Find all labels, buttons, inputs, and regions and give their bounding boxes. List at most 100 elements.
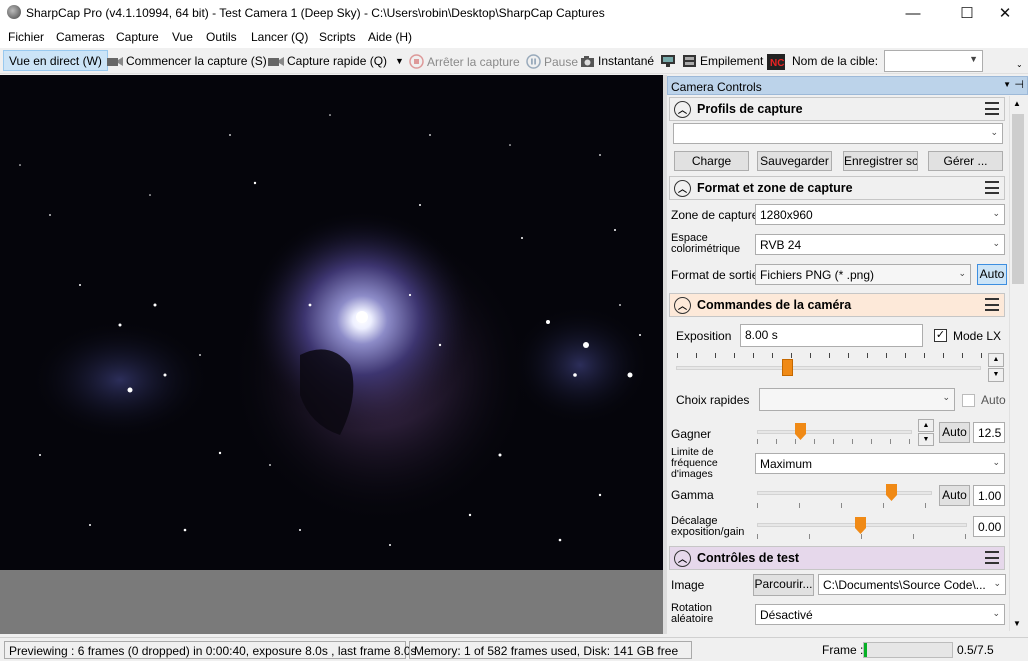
output-format-combo[interactable]: Fichiers PNG (* .png) ⌄ xyxy=(755,264,971,285)
image-path-combo[interactable]: C:\Documents\Source Code\... ⌄ xyxy=(818,574,1006,595)
gamma-slider-track[interactable] xyxy=(757,491,932,495)
panel-dropdown-icon[interactable]: ▼ xyxy=(1003,80,1011,89)
pin-icon[interactable]: ⊣ xyxy=(1014,78,1024,91)
gain-label: Gagner xyxy=(671,427,712,441)
monitor-button[interactable] xyxy=(660,54,679,68)
stop-icon xyxy=(409,54,424,69)
profile-combo[interactable]: ⌄ xyxy=(673,123,1003,144)
gain-value[interactable]: 12.5 xyxy=(973,422,1005,443)
exposure-input[interactable]: 8.00 s xyxy=(740,324,923,347)
live-view-button[interactable]: Vue en direct (W) xyxy=(3,50,108,71)
quick-choice-combo[interactable]: ⌄ xyxy=(759,388,955,411)
gain-down-button[interactable]: ▼ xyxy=(918,433,934,446)
pause-button[interactable]: Pause xyxy=(526,54,578,69)
offset-value[interactable]: 0.00 xyxy=(973,516,1005,537)
exposure-slider-track[interactable] xyxy=(676,366,981,370)
exposure-slider-thumb[interactable] xyxy=(782,359,793,376)
menu-icon[interactable] xyxy=(985,181,999,194)
exposure-up-button[interactable]: ▲ xyxy=(988,353,1004,367)
chevron-down-icon: ▼ xyxy=(969,54,978,64)
offset-slider-thumb[interactable] xyxy=(855,517,866,534)
frame-rate-limit-combo[interactable]: Maximum ⌄ xyxy=(755,453,1005,474)
target-name-combo[interactable]: ▼ xyxy=(884,50,983,72)
toolbar-overflow-icon[interactable]: ⌄ xyxy=(1016,60,1023,69)
gain-slider-thumb[interactable] xyxy=(795,423,806,440)
start-capture-button[interactable]: Commencer la capture (S) xyxy=(107,54,267,68)
quick-capture-button[interactable]: Capture rapide (Q) ▼ xyxy=(268,54,404,68)
frame-value: 0.5/7.5 xyxy=(957,643,994,657)
svg-text:NC: NC xyxy=(770,58,784,69)
gain-auto-button[interactable]: Auto xyxy=(939,422,970,443)
gamma-auto-button[interactable]: Auto xyxy=(939,485,970,506)
capture-area-combo[interactable]: 1280x960 ⌄ xyxy=(755,204,1005,225)
chevron-down-icon: ⌄ xyxy=(992,608,1000,618)
section-camera-header[interactable]: ︿ Commandes de la caméra xyxy=(669,293,1005,317)
color-space-combo[interactable]: RVB 24 ⌄ xyxy=(755,234,1005,255)
menu-lancer[interactable]: Lancer (Q) xyxy=(251,30,308,44)
exposure-down-button[interactable]: ▼ xyxy=(988,368,1004,382)
frame-progress-fill xyxy=(864,643,867,657)
gain-ticks xyxy=(757,439,912,444)
panel-title-bar: Camera Controls ▼ ⊣ xyxy=(667,76,1028,95)
section-profiles-header[interactable]: ︿ Profils de capture xyxy=(669,97,1005,121)
memory-status: Memory: 1 of 582 frames used, Disk: 141 … xyxy=(409,641,692,659)
section-format-header[interactable]: ︿ Format et zone de capture xyxy=(669,176,1005,200)
chevron-down-icon: ⌄ xyxy=(992,208,1000,218)
pause-icon xyxy=(526,54,541,69)
load-profile-button[interactable]: Charge xyxy=(674,151,749,171)
manage-profiles-button[interactable]: Gérer ... xyxy=(928,151,1003,171)
menu-aide[interactable]: Aide (H) xyxy=(368,30,412,44)
save-as-profile-button[interactable]: Enregistrer sc xyxy=(843,151,918,171)
browse-button[interactable]: Parcourir... xyxy=(753,574,814,596)
snapshot-button[interactable]: Instantané xyxy=(580,54,654,68)
collapse-icon[interactable]: ︿ xyxy=(674,100,691,118)
gamma-slider-thumb[interactable] xyxy=(886,484,897,501)
chevron-down-icon: ⌄ xyxy=(992,238,1000,248)
video-camera-icon xyxy=(268,56,284,66)
scroll-up-icon[interactable]: ▲ xyxy=(1013,99,1021,108)
scroll-down-icon[interactable]: ▼ xyxy=(1013,619,1021,628)
quick-auto-checkbox[interactable] xyxy=(962,394,975,407)
toolbar: Vue en direct (W) Commencer la capture (… xyxy=(0,48,1028,74)
collapse-icon[interactable]: ︿ xyxy=(674,296,691,314)
video-camera-icon xyxy=(107,56,123,66)
lx-mode-checkbox[interactable]: ✓ xyxy=(934,329,947,342)
menu-vue[interactable]: Vue xyxy=(172,30,193,44)
save-profile-button[interactable]: Sauvegarder xyxy=(757,151,832,171)
gamma-label: Gamma xyxy=(671,488,714,502)
hdr-button[interactable]: NC xyxy=(767,54,788,70)
menu-fichier[interactable]: Fichier xyxy=(8,30,44,44)
live-preview-image[interactable] xyxy=(0,75,663,570)
menu-icon[interactable] xyxy=(985,298,999,311)
chevron-down-icon: ⌄ xyxy=(993,578,1001,588)
menu-cameras[interactable]: Cameras xyxy=(56,30,105,44)
preview-background xyxy=(0,570,663,634)
menu-icon[interactable] xyxy=(985,551,999,564)
nebula-image xyxy=(19,114,650,546)
gain-slider-track[interactable] xyxy=(757,430,912,434)
collapse-icon[interactable]: ︿ xyxy=(674,549,691,567)
collapse-icon[interactable]: ︿ xyxy=(674,179,691,197)
random-rotation-combo[interactable]: Désactivé ⌄ xyxy=(755,604,1005,625)
minimize-button[interactable]: — xyxy=(890,0,936,26)
menu-outils[interactable]: Outils xyxy=(206,30,237,44)
exposure-label: Exposition xyxy=(676,329,732,343)
scrollbar-thumb[interactable] xyxy=(1012,114,1024,284)
section-test-header[interactable]: ︿ Contrôles de test xyxy=(669,546,1005,570)
chevron-down-icon[interactable]: ▼ xyxy=(395,56,404,66)
target-name-label: Nom de la cible: xyxy=(792,54,879,68)
close-button[interactable]: ✕ xyxy=(982,0,1028,26)
panel-scrollbar[interactable]: ▲ ▼ xyxy=(1009,96,1026,631)
app-icon xyxy=(7,5,21,19)
gain-up-button[interactable]: ▲ xyxy=(918,419,934,432)
stop-capture-button[interactable]: Arrêter la capture xyxy=(409,54,520,69)
monitor-icon xyxy=(661,55,675,67)
gamma-value[interactable]: 1.00 xyxy=(973,485,1005,506)
menu-icon[interactable] xyxy=(985,102,999,115)
lx-mode-label: Mode LX xyxy=(953,329,1002,343)
menu-capture[interactable]: Capture xyxy=(116,30,159,44)
stacking-button[interactable]: Empilement xyxy=(682,54,763,68)
output-auto-button[interactable]: Auto xyxy=(977,264,1007,285)
menu-scripts[interactable]: Scripts xyxy=(319,30,356,44)
camera-controls-panel: Camera Controls ▼ ⊣ ︿ Profils de capture … xyxy=(667,75,1028,634)
